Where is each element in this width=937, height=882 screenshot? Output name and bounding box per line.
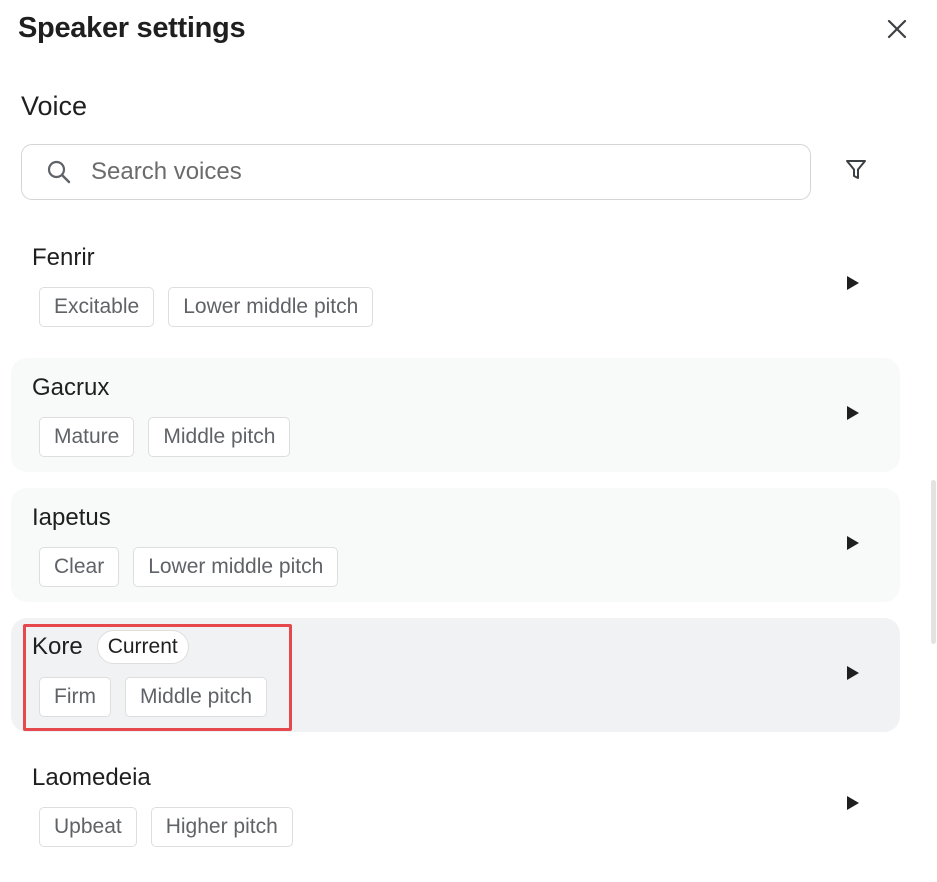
voice-tag: Upbeat [39,807,137,847]
voice-tag: Mature [39,417,135,457]
filter-button[interactable] [836,152,876,192]
play-button[interactable] [841,401,865,429]
voice-tag: Firm [39,677,111,717]
filter-icon [844,158,868,187]
play-icon [846,275,860,296]
voice-name: Iapetus [32,504,111,531]
voice-tags: Excitable Lower middle pitch [39,287,374,327]
voice-section-title: Voice [21,91,88,121]
voice-tags: Clear Lower middle pitch [39,547,339,587]
voice-item-laomedeia[interactable]: Laomedeia Upbeat Higher pitch [11,748,900,862]
search-icon [45,158,73,186]
play-button[interactable] [841,661,865,689]
voice-tag: Higher pitch [150,807,293,847]
close-button[interactable] [878,12,916,50]
play-icon [846,665,860,686]
scrollbar-thumb[interactable] [931,480,936,644]
play-button[interactable] [841,271,865,299]
voice-tag: Middle pitch [148,417,291,457]
play-icon [846,795,860,816]
voice-item-fenrir[interactable]: Fenrir Excitable Lower middle pitch [11,228,900,342]
close-icon [886,18,908,45]
voice-item-kore[interactable]: Kore Current Firm Middle pitch [11,618,900,732]
play-button[interactable] [841,531,865,559]
voice-tags: Firm Middle pitch [39,677,268,717]
voice-item-iapetus[interactable]: Iapetus Clear Lower middle pitch [11,488,900,602]
voice-item-gacrux[interactable]: Gacrux Mature Middle pitch [11,358,900,472]
voice-name: Laomedeia [32,764,151,791]
panel-title: Speaker settings [18,12,246,44]
voice-name: Fenrir [32,244,95,271]
play-icon [846,535,860,556]
search-box[interactable] [21,144,811,200]
voice-tags: Mature Middle pitch [39,417,291,457]
voice-tag: Middle pitch [124,677,268,717]
search-input[interactable] [91,158,741,186]
current-badge: Current [96,630,189,664]
voice-tag: Clear [39,547,120,587]
voice-tag: Excitable [39,287,155,327]
play-icon [846,405,860,426]
speaker-settings-panel: Speaker settings Voice Fenrir Excitable … [0,0,937,882]
voice-name: Kore [32,633,83,660]
voice-name-row: Kore Current [32,630,189,664]
voice-tag: Lower middle pitch [133,547,339,587]
voice-name: Gacrux [32,374,110,401]
voice-tags: Upbeat Higher pitch [39,807,293,847]
play-button[interactable] [841,791,865,819]
voice-tag: Lower middle pitch [168,287,374,327]
